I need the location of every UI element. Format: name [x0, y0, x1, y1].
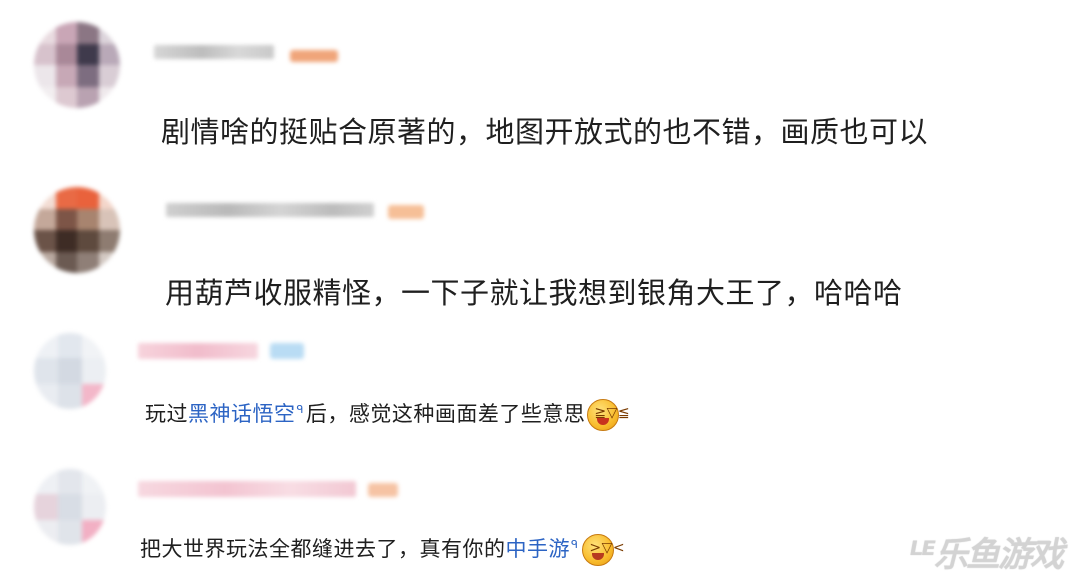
topic-link[interactable]: 中手游	[506, 537, 571, 561]
level-badge	[368, 483, 398, 497]
level-badge	[290, 50, 338, 62]
comment-text: 把大世界玩法全都缝进去了，真有你的中手游ᑫ >▽<	[140, 533, 625, 566]
avatar[interactable]	[34, 469, 106, 545]
comment-text: 用葫芦收服精怪，一下子就让我想到银角大王了，哈哈哈	[165, 276, 903, 310]
search-hint-icon[interactable]: ᑫ	[297, 403, 304, 416]
topic-link[interactable]: 黑神话悟空	[188, 402, 296, 426]
comment-item: 用葫芦收服精怪，一下子就让我想到银角大王了，哈哈哈	[0, 165, 1080, 325]
comment-item: 剧情啥的挺贴合原著的，地图开放式的也不错，画质也可以	[0, 0, 1080, 165]
comment-text-before: 玩过	[145, 402, 188, 426]
username[interactable]	[166, 203, 374, 217]
laughing-face-icon: ≧▽≦	[587, 399, 630, 431]
level-badge	[270, 343, 304, 359]
laughing-crying-face-icon: >▽<	[582, 534, 625, 566]
username[interactable]	[138, 343, 258, 359]
avatar[interactable]	[34, 187, 120, 273]
username[interactable]	[154, 45, 274, 59]
search-hint-icon[interactable]: ᑫ	[571, 538, 578, 551]
level-badge	[388, 205, 424, 219]
comment-text-after: 后，感觉这种画面差了些意思	[305, 402, 586, 426]
comment-text: 剧情啥的挺贴合原著的，地图开放式的也不错，画质也可以	[161, 115, 929, 149]
comment-text: 玩过黑神话悟空ᑫ后，感觉这种画面差了些意思 ≧▽≦	[145, 398, 630, 431]
comment-text-before: 把大世界玩法全都缝进去了，真有你的	[140, 537, 506, 561]
avatar[interactable]	[34, 22, 120, 108]
watermark-logo: ᴸᴱ乐鱼游戏	[909, 535, 1064, 575]
avatar[interactable]	[34, 333, 106, 409]
comment-item: 玩过黑神话悟空ᑫ后，感觉这种画面差了些意思 ≧▽≦	[0, 325, 1080, 465]
username[interactable]	[138, 481, 356, 497]
